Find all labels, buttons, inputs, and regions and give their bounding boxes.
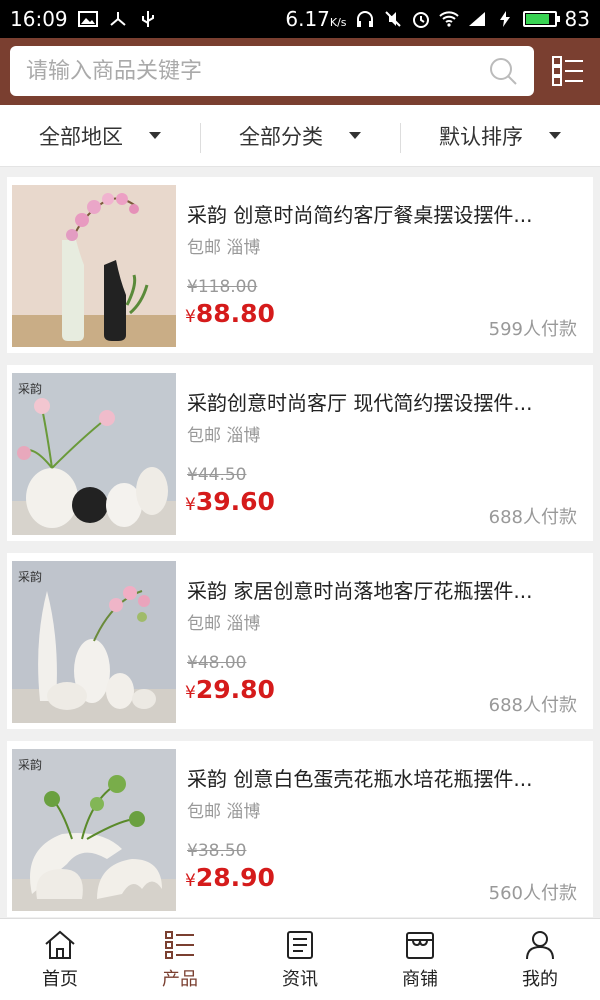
nav-home[interactable]: 首页 xyxy=(0,919,120,1000)
search-input[interactable] xyxy=(26,58,488,84)
original-price: ¥38.50 xyxy=(187,841,247,861)
location-label: 淄博 xyxy=(226,238,261,258)
filter-bar: 全部地区 全部分类 默认排序 xyxy=(0,105,600,167)
product-card[interactable]: 采韵 采韵 家居创意时尚落地客厅花瓶摆件... 包邮 淄博 ¥48.00 ¥29… xyxy=(7,553,593,729)
product-meta: 包邮 淄博 xyxy=(187,421,260,446)
sale-price: ¥28.90 xyxy=(185,863,275,892)
product-title[interactable]: 采韵 创意白色蛋壳花瓶水培花瓶摆件... xyxy=(187,763,587,792)
product-meta: 包邮 淄博 xyxy=(187,797,260,822)
signal-icon xyxy=(468,12,485,26)
sale-price-value: 39.60 xyxy=(195,487,275,516)
search-icon[interactable] xyxy=(488,56,518,86)
headset-icon xyxy=(356,11,373,27)
battery-icon xyxy=(522,11,560,27)
bottom-nav: 首页 产品 资讯 商铺 我的 xyxy=(0,918,600,1000)
home-icon xyxy=(45,930,75,959)
nav-news[interactable]: 资讯 xyxy=(240,919,360,1000)
sale-price: ¥29.80 xyxy=(185,675,275,704)
filter-region[interactable]: 全部地区 xyxy=(0,105,200,166)
paid-count: 599人付款 xyxy=(488,319,577,340)
currency-symbol: ¥ xyxy=(185,495,196,515)
mute-icon xyxy=(384,11,401,27)
image-icon xyxy=(77,11,98,27)
thumb-watermark: 采韵 xyxy=(18,757,42,772)
nav-mine[interactable]: 我的 xyxy=(480,919,600,1000)
sale-price: ¥88.80 xyxy=(185,299,275,328)
product-title[interactable]: 采韵创意时尚客厅 现代简约摆设摆件... xyxy=(187,387,587,416)
status-time: 16:09 xyxy=(10,7,68,31)
header xyxy=(0,38,600,105)
nav-home-label: 首页 xyxy=(42,968,78,990)
shop-icon xyxy=(406,931,434,959)
currency-symbol: ¥ xyxy=(185,307,196,327)
nav-products[interactable]: 产品 xyxy=(120,919,240,1000)
filter-category[interactable]: 全部分类 xyxy=(200,105,400,166)
thumb-watermark: 采韵 xyxy=(18,569,42,584)
nav-news-label: 资讯 xyxy=(282,968,318,990)
product-card[interactable]: 采韵 创意时尚简约客厅餐桌摆设摆件... 包邮 淄博 ¥118.00 ¥88.8… xyxy=(7,177,593,353)
nav-shop[interactable]: 商铺 xyxy=(360,919,480,1000)
product-card[interactable]: 采韵 采韵创意时尚客厅 现代简约摆设摆件... 包邮 淄博 ¥44.50 ¥39… xyxy=(7,365,593,541)
original-price: ¥48.00 xyxy=(187,653,247,673)
shipping-label: 包邮 xyxy=(187,614,221,634)
product-card[interactable]: 采韵 采韵 创意白色蛋壳花瓶水培花瓶摆件... 包邮 淄博 ¥38.50 ¥28… xyxy=(7,741,593,917)
sale-price: ¥39.60 xyxy=(185,487,275,516)
sale-price-value: 88.80 xyxy=(195,299,275,328)
original-price: ¥44.50 xyxy=(187,465,247,485)
news-icon xyxy=(287,930,313,959)
product-title[interactable]: 采韵 家居创意时尚落地客厅花瓶摆件... xyxy=(187,575,587,604)
status-bar: 16:09 6.17K/s 83 xyxy=(0,0,600,38)
product-image[interactable]: 采韵 xyxy=(12,561,176,723)
product-image[interactable]: 采韵 xyxy=(12,749,176,911)
product-meta: 包邮 淄博 xyxy=(187,233,260,258)
search-box[interactable] xyxy=(10,46,534,96)
nav-products-label: 产品 xyxy=(162,968,198,990)
network-speed: 6.17K/s xyxy=(285,7,347,31)
caret-down-icon xyxy=(549,132,561,139)
alarm-icon xyxy=(412,12,429,28)
filter-category-label: 全部分类 xyxy=(239,124,323,149)
currency-symbol: ¥ xyxy=(185,871,196,891)
wifi-icon xyxy=(438,11,459,27)
filter-sort-label: 默认排序 xyxy=(439,124,523,149)
location-label: 淄博 xyxy=(226,614,261,634)
nav-shop-label: 商铺 xyxy=(402,968,438,990)
shipping-label: 包邮 xyxy=(187,426,221,446)
user-icon xyxy=(526,930,554,959)
product-meta: 包邮 淄博 xyxy=(187,609,260,634)
share-icon xyxy=(109,12,126,26)
usb-icon xyxy=(141,11,154,27)
sale-price-value: 29.80 xyxy=(195,675,275,704)
location-label: 淄博 xyxy=(226,802,261,822)
caret-down-icon xyxy=(349,132,361,139)
battery-level: 83 xyxy=(564,7,590,31)
product-list-icon xyxy=(165,930,194,959)
filter-sort[interactable]: 默认排序 xyxy=(400,105,600,166)
paid-count: 560人付款 xyxy=(488,883,577,904)
paid-count: 688人付款 xyxy=(488,507,577,528)
charging-icon xyxy=(499,11,510,27)
caret-down-icon xyxy=(149,132,161,139)
product-image[interactable]: 采韵 xyxy=(12,373,176,535)
sale-price-value: 28.90 xyxy=(195,863,275,892)
thumb-watermark: 采韵 xyxy=(18,381,42,396)
shipping-label: 包邮 xyxy=(187,238,221,258)
product-list: 采韵 创意时尚简约客厅餐桌摆设摆件... 包邮 淄博 ¥118.00 ¥88.8… xyxy=(0,167,600,917)
product-image[interactable] xyxy=(12,185,176,347)
currency-symbol: ¥ xyxy=(185,683,196,703)
shipping-label: 包邮 xyxy=(187,802,221,822)
filter-region-label: 全部地区 xyxy=(39,124,123,149)
nav-mine-label: 我的 xyxy=(522,968,558,990)
location-label: 淄博 xyxy=(226,426,261,446)
original-price: ¥118.00 xyxy=(187,277,258,297)
product-title[interactable]: 采韵 创意时尚简约客厅餐桌摆设摆件... xyxy=(187,199,587,228)
paid-count: 688人付款 xyxy=(488,695,577,716)
category-menu-icon[interactable] xyxy=(552,56,584,86)
